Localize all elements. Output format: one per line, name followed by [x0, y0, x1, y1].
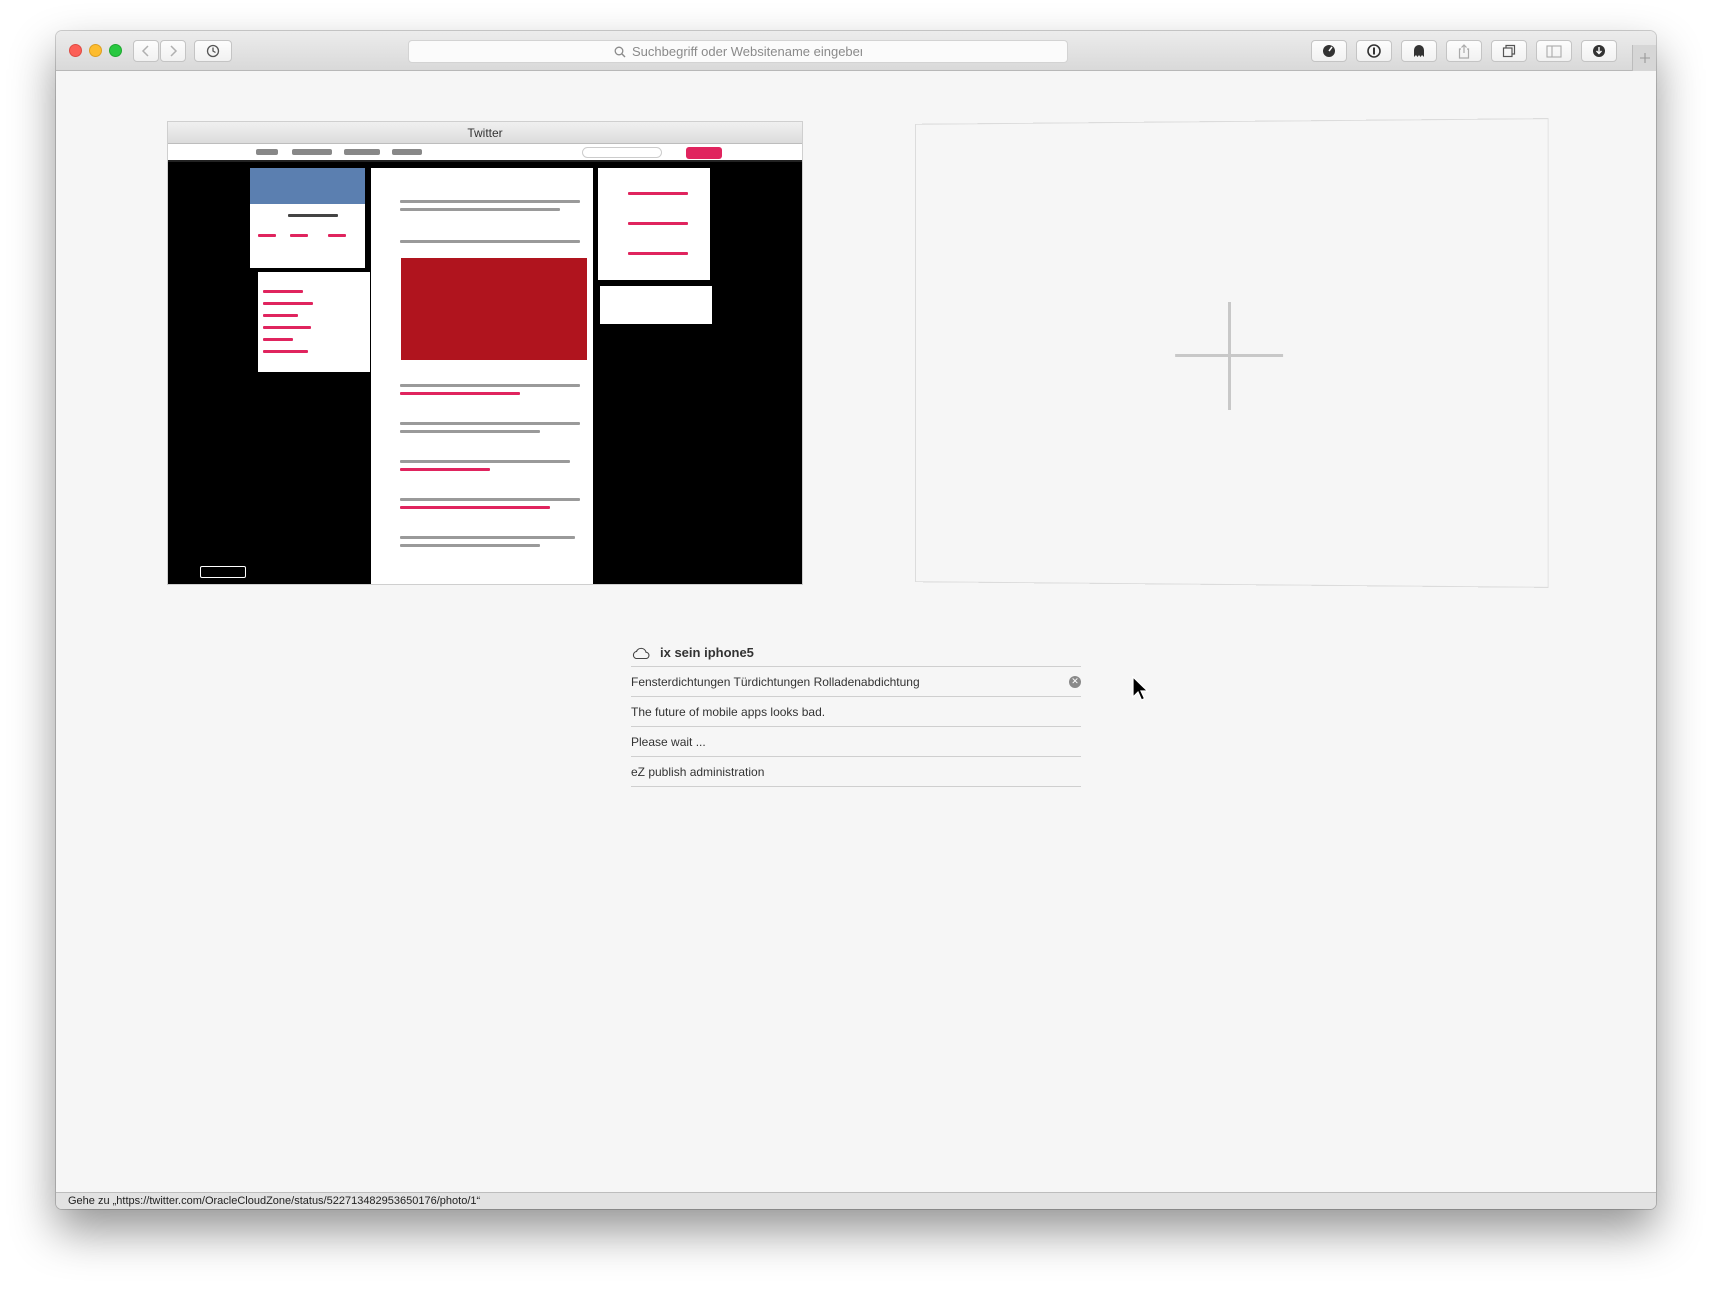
sidebar-button[interactable] — [1536, 40, 1572, 62]
icloud-tab-title: The future of mobile apps looks bad. — [631, 704, 826, 719]
ghostery-button[interactable] — [1401, 40, 1437, 62]
ghost-icon — [1414, 45, 1424, 57]
gauge-icon — [1323, 45, 1335, 57]
icloud-tab-item[interactable]: eZ publish administration — [631, 757, 1081, 787]
google-analytics-badge — [200, 566, 246, 578]
new-tab-button[interactable] — [1632, 45, 1656, 71]
address-bar[interactable] — [408, 40, 1068, 63]
search-input[interactable] — [632, 44, 862, 59]
forward-button[interactable] — [160, 40, 186, 62]
status-bar: Gehe zu „https://twitter.com/OracleCloud… — [56, 1192, 1656, 1209]
zoom-window-button[interactable] — [109, 44, 122, 57]
tab-overview-button[interactable] — [1491, 40, 1527, 62]
icloud-tab-item[interactable]: The future of mobile apps looks bad. — [631, 697, 1081, 727]
icloud-tabs: ix sein iphone5 Fensterdichtungen Türdic… — [631, 639, 1081, 787]
add-top-site-tile[interactable] — [915, 118, 1549, 588]
icloud-tab-title: Please wait ... — [631, 734, 706, 749]
mouse-cursor-icon — [1132, 676, 1149, 701]
download-icon — [1593, 45, 1605, 57]
tabs-icon — [1502, 44, 1516, 58]
icloud-device-header: ix sein iphone5 — [631, 639, 1081, 667]
icloud-tab-title: eZ publish administration — [631, 764, 765, 779]
browser-window: Twitter — [56, 31, 1656, 1209]
toolbar — [56, 31, 1656, 71]
close-window-button[interactable] — [69, 44, 82, 57]
close-tab-icon[interactable]: ✕ — [1069, 675, 1081, 688]
sidebar-icon — [1546, 44, 1562, 58]
history-button[interactable] — [194, 40, 232, 62]
share-icon — [1458, 43, 1470, 59]
search-icon — [614, 46, 626, 57]
twitter-preview-nav — [168, 144, 802, 162]
device-name: ix sein iphone5 — [660, 645, 754, 660]
icloud-tab-item[interactable]: Fensterdichtungen Türdichtungen Rolladen… — [631, 667, 1081, 697]
back-button[interactable] — [133, 40, 159, 62]
chevron-left-icon — [141, 45, 149, 57]
extension-button-1[interactable] — [1311, 40, 1347, 62]
share-button[interactable] — [1446, 40, 1482, 62]
top-site-twitter[interactable]: Twitter — [167, 121, 803, 585]
chevron-right-icon — [170, 45, 178, 57]
minimize-window-button[interactable] — [89, 44, 102, 57]
plus-icon — [1639, 53, 1650, 63]
downloads-button[interactable] — [1581, 40, 1617, 62]
password-manager-button[interactable] — [1356, 40, 1392, 62]
icloud-tab-title: Fensterdichtungen Türdichtungen Rolladen… — [631, 674, 920, 689]
cloud-icon — [632, 647, 650, 659]
icloud-tab-item[interactable]: Please wait ... — [631, 727, 1081, 757]
clock-icon — [206, 44, 220, 58]
keyhole-icon — [1367, 44, 1381, 58]
top-site-title: Twitter — [168, 122, 802, 144]
